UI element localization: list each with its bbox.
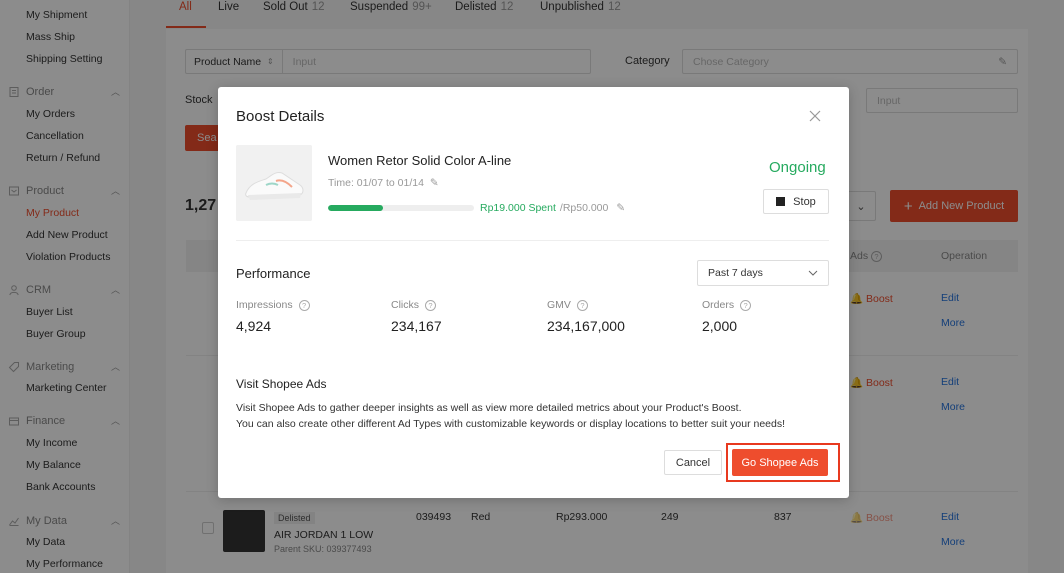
spent-amount: Rp19.000 Spent — [480, 202, 556, 214]
modal-title: Boost Details — [236, 108, 325, 125]
visit-shopee-ads-title: Visit Shopee Ads — [236, 377, 327, 391]
budget-progress-bar — [328, 205, 474, 211]
close-icon[interactable] — [808, 109, 822, 123]
help-icon[interactable]: ? — [576, 299, 588, 311]
description-line: Visit Shopee Ads to gather deeper insigh… — [236, 402, 742, 414]
boost-time-text: Time: 01/07 to 01/14 — [328, 177, 424, 189]
cancel-button[interactable]: Cancel — [664, 450, 722, 475]
sneaker-image — [236, 145, 312, 221]
metric-value: 234,167 — [391, 318, 442, 334]
metric-label: GMV — [547, 299, 571, 311]
boost-time: Time: 01/07 to 01/14 ✎ — [328, 177, 439, 189]
status-badge: Ongoing — [769, 159, 826, 176]
metric-label: Impressions — [236, 299, 293, 311]
product-thumbnail — [236, 145, 312, 221]
highlight-box — [726, 443, 840, 482]
metric-label: Orders — [702, 299, 735, 311]
stop-icon — [776, 197, 786, 206]
metric-value: 2,000 — [702, 318, 738, 334]
visit-shopee-ads-description: Visit Shopee Ads to gather deeper insigh… — [236, 400, 836, 432]
description-line: You can also create other different Ad T… — [236, 418, 786, 430]
metric-orders: Orders? 2,000 — [702, 299, 752, 334]
pencil-icon[interactable]: ✎ — [616, 202, 625, 214]
budget-amount: /Rp50.000 — [559, 202, 609, 214]
metric-gmv: GMV? 234,167,000 — [547, 299, 625, 334]
pencil-icon[interactable]: ✎ — [430, 177, 439, 189]
chevron-down-icon — [808, 267, 818, 279]
help-icon[interactable]: ? — [425, 299, 436, 311]
stop-button[interactable]: Stop — [763, 189, 829, 214]
boost-details-modal: Boost Details Women Retor Solid Color A-… — [218, 87, 849, 498]
divider — [236, 240, 829, 241]
metric-value: 4,924 — [236, 318, 272, 334]
metric-clicks: Clicks? 234,167 — [391, 299, 442, 334]
budget-spent: Rp19.000 Spent/Rp50.000 ✎ — [480, 202, 625, 214]
performance-title: Performance — [236, 266, 311, 281]
period-select[interactable]: Past 7 days — [697, 260, 829, 286]
period-value: Past 7 days — [708, 267, 763, 279]
budget-progress-fill — [328, 205, 384, 211]
help-icon[interactable]: ? — [298, 299, 310, 311]
stop-label: Stop — [793, 195, 816, 208]
product-name: Women Retor Solid Color A-line — [328, 153, 512, 168]
metric-label: Clicks — [391, 299, 419, 311]
metric-value: 234,167,000 — [547, 318, 625, 334]
metric-impressions: Impressions? 4,924 — [236, 299, 310, 334]
help-icon[interactable]: ? — [740, 299, 752, 311]
